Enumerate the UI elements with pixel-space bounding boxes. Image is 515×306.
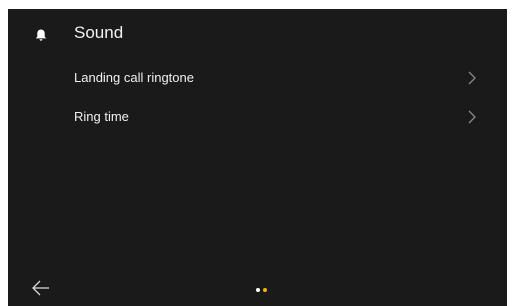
menu-item-landing-call-ringtone[interactable]: Landing call ringtone [8,60,507,96]
header: Sound [8,9,507,59]
back-button[interactable] [31,279,51,297]
menu-item-ring-time[interactable]: Ring time [8,99,507,135]
settings-screen: Sound Landing call ringtone Ring time [8,9,507,306]
menu-item-label: Landing call ringtone [74,70,194,85]
page-dot [256,288,260,292]
page-indicator [256,288,267,294]
chevron-right-icon [467,109,477,125]
menu-item-label: Ring time [74,109,129,124]
page-dot-active [263,288,267,292]
page-title: Sound [74,23,124,42]
chevron-right-icon [467,70,477,86]
bell-icon [34,28,48,42]
arrow-left-icon [32,280,49,296]
